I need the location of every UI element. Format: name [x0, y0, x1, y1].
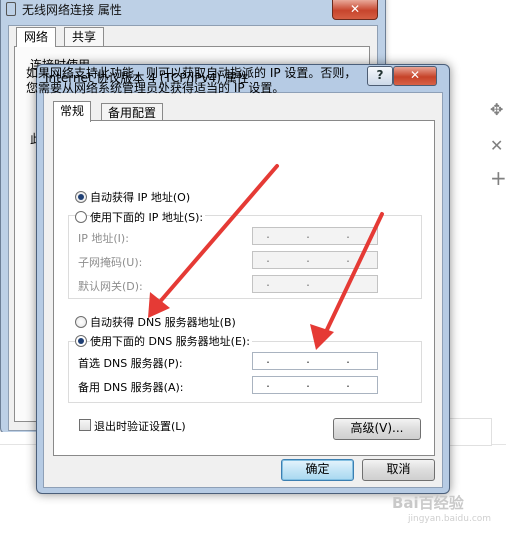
annotation-arrow-1 — [148, 164, 279, 318]
tab-general[interactable]: 常规 — [53, 101, 92, 122]
annotation-arrow-2 — [310, 212, 384, 350]
annotation-arrows — [148, 164, 384, 350]
watermark-url: jingyan.baidu.com — [408, 514, 492, 524]
background-tab-network[interactable]: 网络 — [16, 27, 57, 47]
watermark-logo: Bai百经验 — [392, 494, 464, 512]
